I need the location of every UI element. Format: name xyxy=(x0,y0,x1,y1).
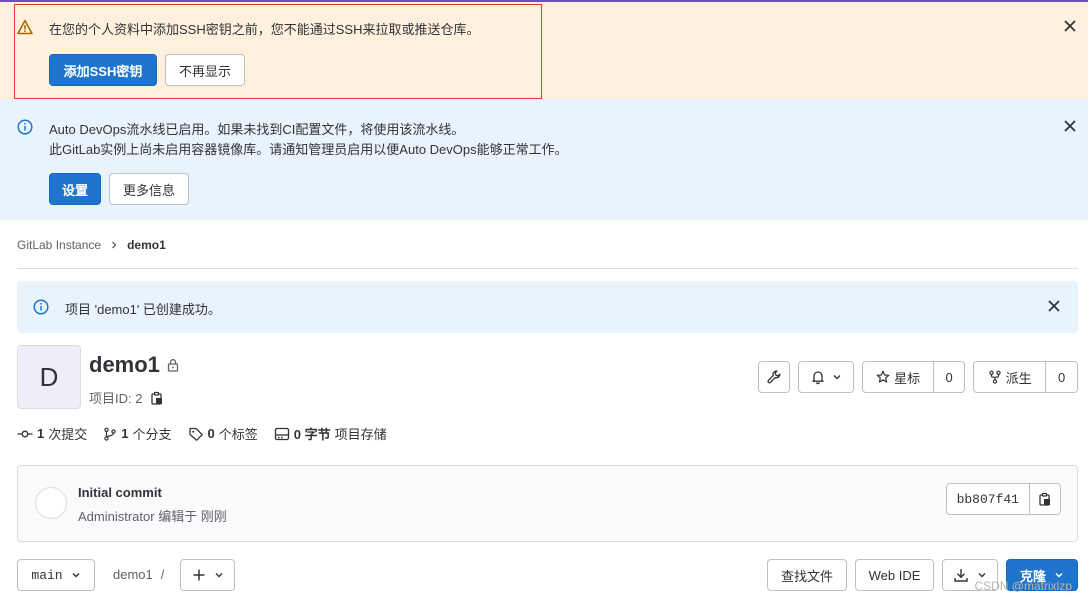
project-created-alert: 项目 'demo1' 已创建成功。 xyxy=(17,281,1078,333)
wrench-icon xyxy=(759,362,789,392)
success-alert-message: 项目 'demo1' 已创建成功。 xyxy=(65,302,221,317)
breadcrumb-root[interactable]: GitLab Instance xyxy=(17,238,101,252)
copy-icon[interactable] xyxy=(1030,484,1060,514)
fork-count[interactable]: 0 xyxy=(1045,362,1077,392)
info-icon xyxy=(33,299,49,315)
tags-count: 0 xyxy=(207,426,215,441)
close-icon[interactable] xyxy=(1046,298,1062,314)
last-commit-panel: Initial commit Administrator 编辑于 刚刚 bb80… xyxy=(17,465,1078,542)
breadcrumb: GitLab Instance demo1 xyxy=(17,238,166,252)
repo-path: demo1 / xyxy=(113,567,164,582)
branch-selector[interactable]: main xyxy=(17,559,95,591)
project-stats: 1 次提交 1 个分支 0 个标签 0 字节 项目存储 xyxy=(17,424,403,443)
star-button[interactable]: 星标 xyxy=(863,362,933,392)
commits-stat[interactable]: 1 次提交 xyxy=(17,424,87,443)
commit-title[interactable]: Initial commit xyxy=(78,485,162,500)
fork-button[interactable]: 派生 xyxy=(974,362,1045,392)
tag-icon xyxy=(188,426,204,442)
commit-sha-group: bb807f41 xyxy=(945,483,1061,515)
star-icon xyxy=(876,370,890,384)
lock-icon xyxy=(166,358,180,372)
storage-icon xyxy=(274,426,290,442)
commit-author-avatar[interactable] xyxy=(35,487,67,519)
commit-meta: Administrator 编辑于 刚刚 xyxy=(78,509,227,524)
storage-label: 项目存储 xyxy=(334,427,387,442)
branches-count: 1 xyxy=(121,426,129,441)
close-icon[interactable] xyxy=(1062,18,1078,34)
fork-button-group: 派生 0 xyxy=(973,361,1078,393)
breadcrumb-current[interactable]: demo1 xyxy=(127,238,166,252)
devops-alert-line1: Auto DevOps流水线已启用。如果未找到CI配置文件，将使用该流水线。 xyxy=(49,122,465,137)
commit-sha[interactable]: bb807f41 xyxy=(947,484,1030,514)
project-title: demo1 xyxy=(89,352,180,378)
settings-wrench-button[interactable] xyxy=(758,361,790,393)
project-name[interactable]: demo1 xyxy=(89,352,160,378)
watermark: CSDN @matrixlzp xyxy=(974,579,1072,593)
path-root[interactable]: demo1 xyxy=(113,567,153,582)
download-icon xyxy=(953,567,969,583)
highlight-annotation xyxy=(14,4,542,99)
find-file-button[interactable]: 查找文件 xyxy=(767,559,847,591)
storage-count: 0 字节 xyxy=(293,427,331,442)
branches-stat[interactable]: 1 个分支 xyxy=(103,424,172,443)
chevron-right-icon xyxy=(109,240,119,250)
devops-alert-line2: 此GitLab实例上尚未启用容器镜像库。请通知管理员启用以便Auto DevOp… xyxy=(49,142,568,157)
add-file-dropdown[interactable] xyxy=(180,559,235,591)
branches-label: 个分支 xyxy=(132,427,172,442)
branch-icon xyxy=(103,427,117,441)
fork-icon xyxy=(988,370,1002,384)
bell-icon xyxy=(810,369,826,385)
chevron-down-icon xyxy=(832,372,842,382)
star-count[interactable]: 0 xyxy=(933,362,964,392)
chevron-down-icon xyxy=(214,570,224,580)
divider xyxy=(17,268,1078,269)
close-icon[interactable] xyxy=(1062,118,1078,134)
star-label: 星标 xyxy=(894,370,921,386)
more-info-button[interactable]: 更多信息 xyxy=(109,173,189,205)
star-button-group: 星标 0 xyxy=(862,361,965,393)
commit-icon xyxy=(17,426,33,442)
fork-label: 派生 xyxy=(1005,370,1032,386)
info-icon xyxy=(17,119,33,135)
chevron-down-icon xyxy=(71,570,81,580)
commits-count: 1 xyxy=(37,426,45,441)
storage-stat[interactable]: 0 字节 项目存储 xyxy=(274,424,387,443)
web-ide-button[interactable]: Web IDE xyxy=(855,559,934,591)
commits-label: 次提交 xyxy=(48,427,88,442)
branch-name: main xyxy=(31,567,63,583)
project-id: 项目ID: 2 xyxy=(89,388,164,407)
plus-icon xyxy=(192,568,206,582)
auto-devops-alert: Auto DevOps流水线已启用。如果未找到CI配置文件，将使用该流水线。 此… xyxy=(0,99,1088,220)
project-avatar: D xyxy=(17,345,81,409)
path-separator: / xyxy=(160,567,165,582)
project-id-label: 项目ID: 2 xyxy=(89,391,143,406)
notification-dropdown[interactable] xyxy=(798,361,854,393)
copy-icon[interactable] xyxy=(150,391,164,405)
tags-label: 个标签 xyxy=(218,427,258,442)
settings-button[interactable]: 设置 xyxy=(49,173,101,205)
tags-stat[interactable]: 0 个标签 xyxy=(188,424,258,443)
